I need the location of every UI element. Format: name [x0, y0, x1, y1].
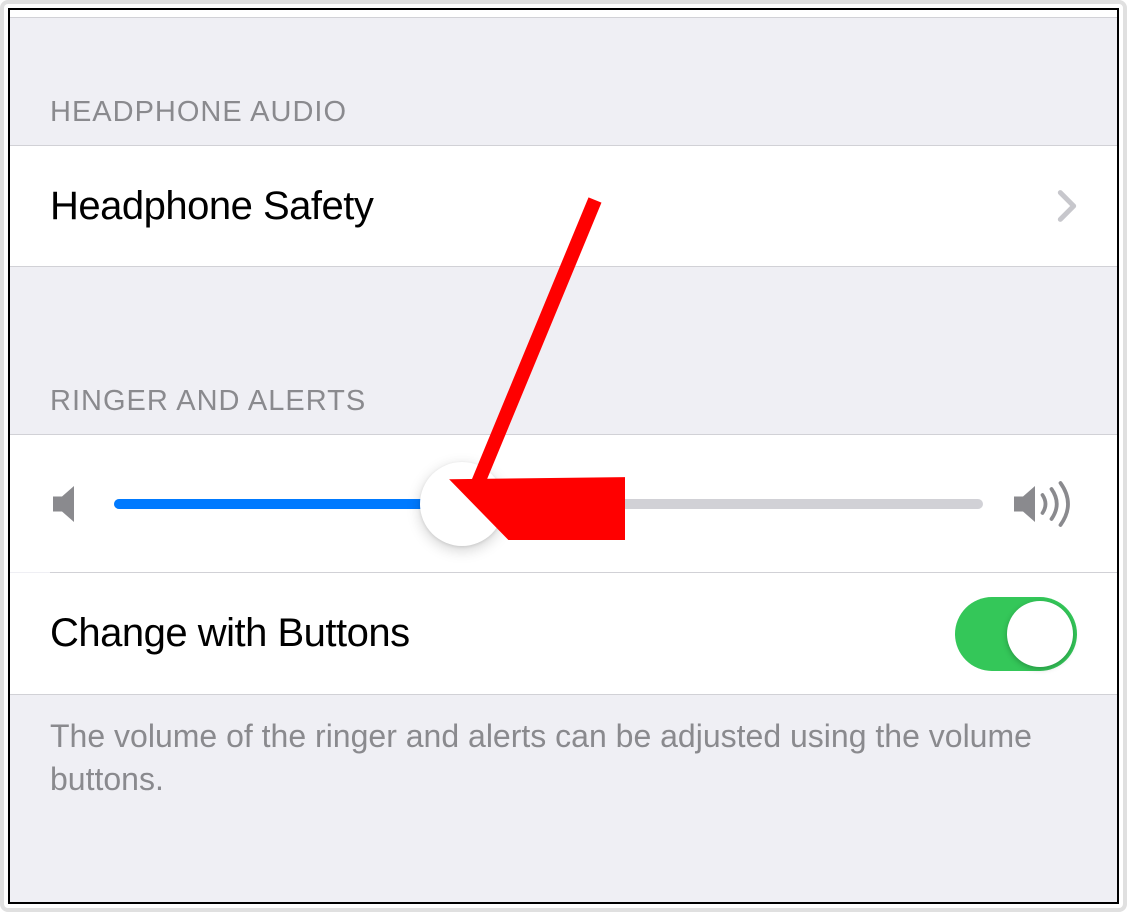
chevron-right-icon — [1057, 189, 1077, 223]
ringer-volume-slider[interactable] — [114, 499, 983, 509]
settings-content: HEADPHONE AUDIO Headphone Safety RINGER … — [10, 10, 1117, 902]
change-with-buttons-label: Change with Buttons — [50, 611, 410, 656]
slider-fill — [114, 499, 462, 509]
top-strip — [10, 10, 1117, 18]
change-with-buttons-toggle[interactable] — [955, 597, 1077, 671]
ringer-volume-slider-row — [10, 434, 1117, 572]
section-header-ringer-alerts: RINGER AND ALERTS — [10, 267, 1117, 434]
speaker-min-icon — [50, 483, 86, 525]
headphone-safety-row[interactable]: Headphone Safety — [10, 145, 1117, 267]
headphone-safety-label: Headphone Safety — [50, 184, 373, 229]
change-with-buttons-row: Change with Buttons — [10, 573, 1117, 695]
slider-thumb[interactable] — [420, 462, 504, 546]
toggle-knob — [1007, 601, 1073, 667]
ringer-alerts-footer: The volume of the ringer and alerts can … — [10, 695, 1117, 801]
speaker-max-icon — [1011, 481, 1077, 527]
section-header-headphone-audio: HEADPHONE AUDIO — [10, 18, 1117, 145]
